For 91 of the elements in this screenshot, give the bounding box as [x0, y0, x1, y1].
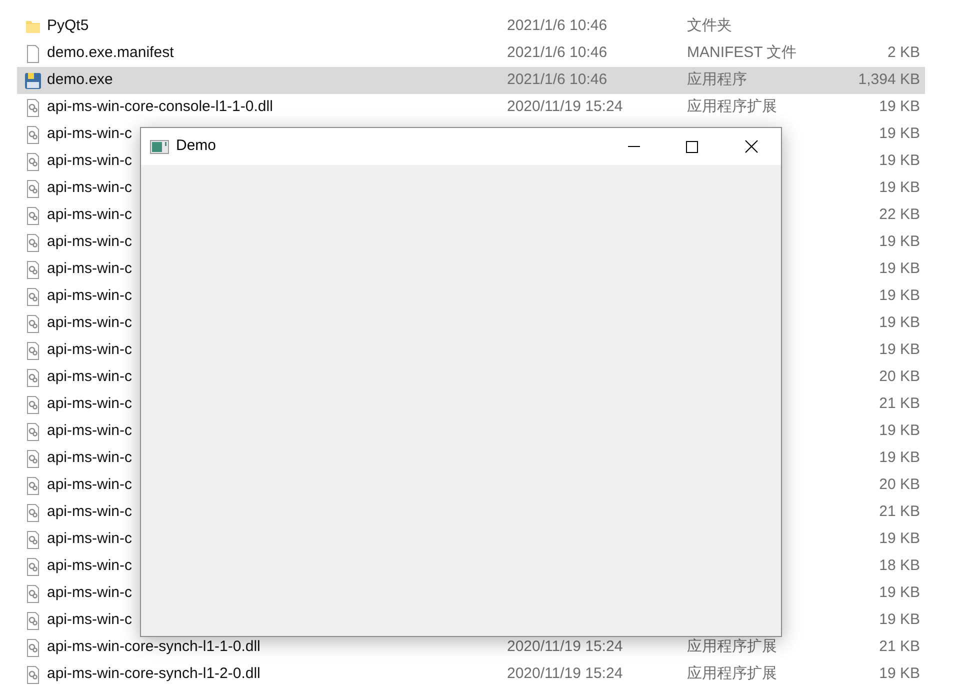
file-size: 19 KB — [879, 286, 920, 306]
file-size: 21 KB — [879, 502, 920, 522]
file-name: api-ms-win-c — [47, 340, 132, 360]
file-size: 2 KB — [887, 43, 920, 64]
gear-file-icon — [24, 206, 40, 224]
file-size: 19 KB — [879, 151, 920, 172]
file-name: api-ms-win-c — [47, 205, 132, 226]
file-size: 19 KB — [879, 448, 920, 468]
file-size: 19 KB — [879, 97, 920, 118]
file-name: demo.exe.manifest — [47, 43, 174, 64]
file-type: 文件夹 — [687, 16, 732, 36]
file-size: 22 KB — [879, 205, 920, 226]
file-size: 20 KB — [879, 475, 920, 496]
file-size: 18 KB — [879, 556, 920, 576]
close-icon — [744, 140, 758, 153]
file-name: api-ms-win-c — [47, 610, 132, 630]
window-title: Demo — [176, 136, 216, 156]
file-type: 应用程序扩展 — [687, 637, 777, 658]
gear-file-icon — [24, 558, 40, 576]
file-name: api-ms-win-core-console-l1-1-0.dll — [47, 97, 273, 118]
file-size: 19 KB — [879, 178, 920, 198]
file-name: api-ms-win-c — [47, 556, 132, 576]
file-name: PyQt5 — [47, 16, 89, 36]
file-row[interactable]: demo.exe 2021/1/6 10:46 应用程序 1,394 KB — [17, 67, 925, 94]
file-name: api-ms-win-c — [47, 448, 132, 468]
gear-file-icon — [24, 368, 40, 386]
file-name: api-ms-win-c — [47, 286, 132, 306]
file-date: 2021/1/6 10:46 — [507, 70, 608, 90]
file-name: api-ms-win-c — [47, 178, 132, 198]
file-size: 21 KB — [879, 394, 920, 414]
gear-file-icon — [24, 504, 40, 522]
gear-file-icon — [24, 288, 40, 306]
gear-file-icon — [24, 152, 40, 170]
folder-icon — [24, 18, 40, 34]
file-type: 应用程序 — [687, 70, 747, 90]
gear-file-icon — [24, 476, 40, 494]
file-size: 1,394 KB — [858, 70, 920, 90]
gear-file-icon — [24, 314, 40, 332]
gear-file-icon — [24, 126, 40, 144]
file-name: api-ms-win-c — [47, 583, 132, 604]
file-size: 19 KB — [879, 259, 920, 280]
gear-file-icon — [24, 612, 40, 630]
file-name: api-ms-win-c — [47, 502, 132, 522]
file-name: api-ms-win-core-synch-l1-1-0.dll — [47, 637, 260, 658]
minimize-icon — [628, 146, 640, 148]
file-name: api-ms-win-c — [47, 475, 132, 496]
maximize-icon — [686, 140, 698, 152]
file-name: api-ms-win-c — [47, 232, 132, 252]
file-size: 19 KB — [879, 232, 920, 252]
window-app-icon — [150, 140, 169, 154]
file-name: api-ms-win-c — [47, 313, 132, 334]
file-name: api-ms-win-c — [47, 367, 132, 388]
document-icon — [24, 44, 40, 62]
gear-file-icon — [24, 638, 40, 656]
file-type: 应用程序扩展 — [687, 664, 777, 684]
file-size: 19 KB — [879, 313, 920, 334]
file-name: api-ms-win-c — [47, 421, 132, 442]
file-date: 2021/1/6 10:46 — [507, 43, 608, 64]
file-name: demo.exe — [47, 70, 113, 90]
file-size: 19 KB — [879, 583, 920, 604]
file-size: 20 KB — [879, 367, 920, 388]
file-date: 2020/11/19 15:24 — [507, 97, 623, 118]
gear-file-icon — [24, 584, 40, 602]
gear-file-icon — [24, 530, 40, 548]
file-size: 19 KB — [879, 421, 920, 442]
gear-file-icon — [24, 234, 40, 252]
file-date: 2020/11/19 15:24 — [507, 637, 623, 658]
file-name: api-ms-win-core-synch-l1-2-0.dll — [47, 664, 260, 684]
file-type: 应用程序扩展 — [687, 97, 777, 118]
gear-file-icon — [24, 666, 40, 684]
file-size: 21 KB — [879, 637, 920, 658]
file-size: 19 KB — [879, 340, 920, 360]
gear-file-icon — [24, 396, 40, 414]
file-date: 2021/1/6 10:46 — [507, 16, 608, 36]
file-name: api-ms-win-c — [47, 151, 132, 172]
file-name: api-ms-win-c — [47, 394, 132, 414]
gear-file-icon — [24, 98, 40, 116]
gear-file-icon — [24, 260, 40, 278]
file-name: api-ms-win-c — [47, 529, 132, 550]
file-name: api-ms-win-c — [47, 259, 132, 280]
file-name: api-ms-win-c — [47, 124, 132, 144]
file-size: 19 KB — [879, 124, 920, 144]
file-date: 2020/11/19 15:24 — [507, 664, 623, 684]
gear-file-icon — [24, 180, 40, 198]
file-size: 19 KB — [879, 529, 920, 550]
file-size: 19 KB — [879, 610, 920, 630]
file-type: MANIFEST 文件 — [687, 43, 797, 64]
gear-file-icon — [24, 342, 40, 360]
gear-file-icon — [24, 422, 40, 440]
gear-file-icon — [24, 450, 40, 468]
file-size: 19 KB — [879, 664, 920, 684]
